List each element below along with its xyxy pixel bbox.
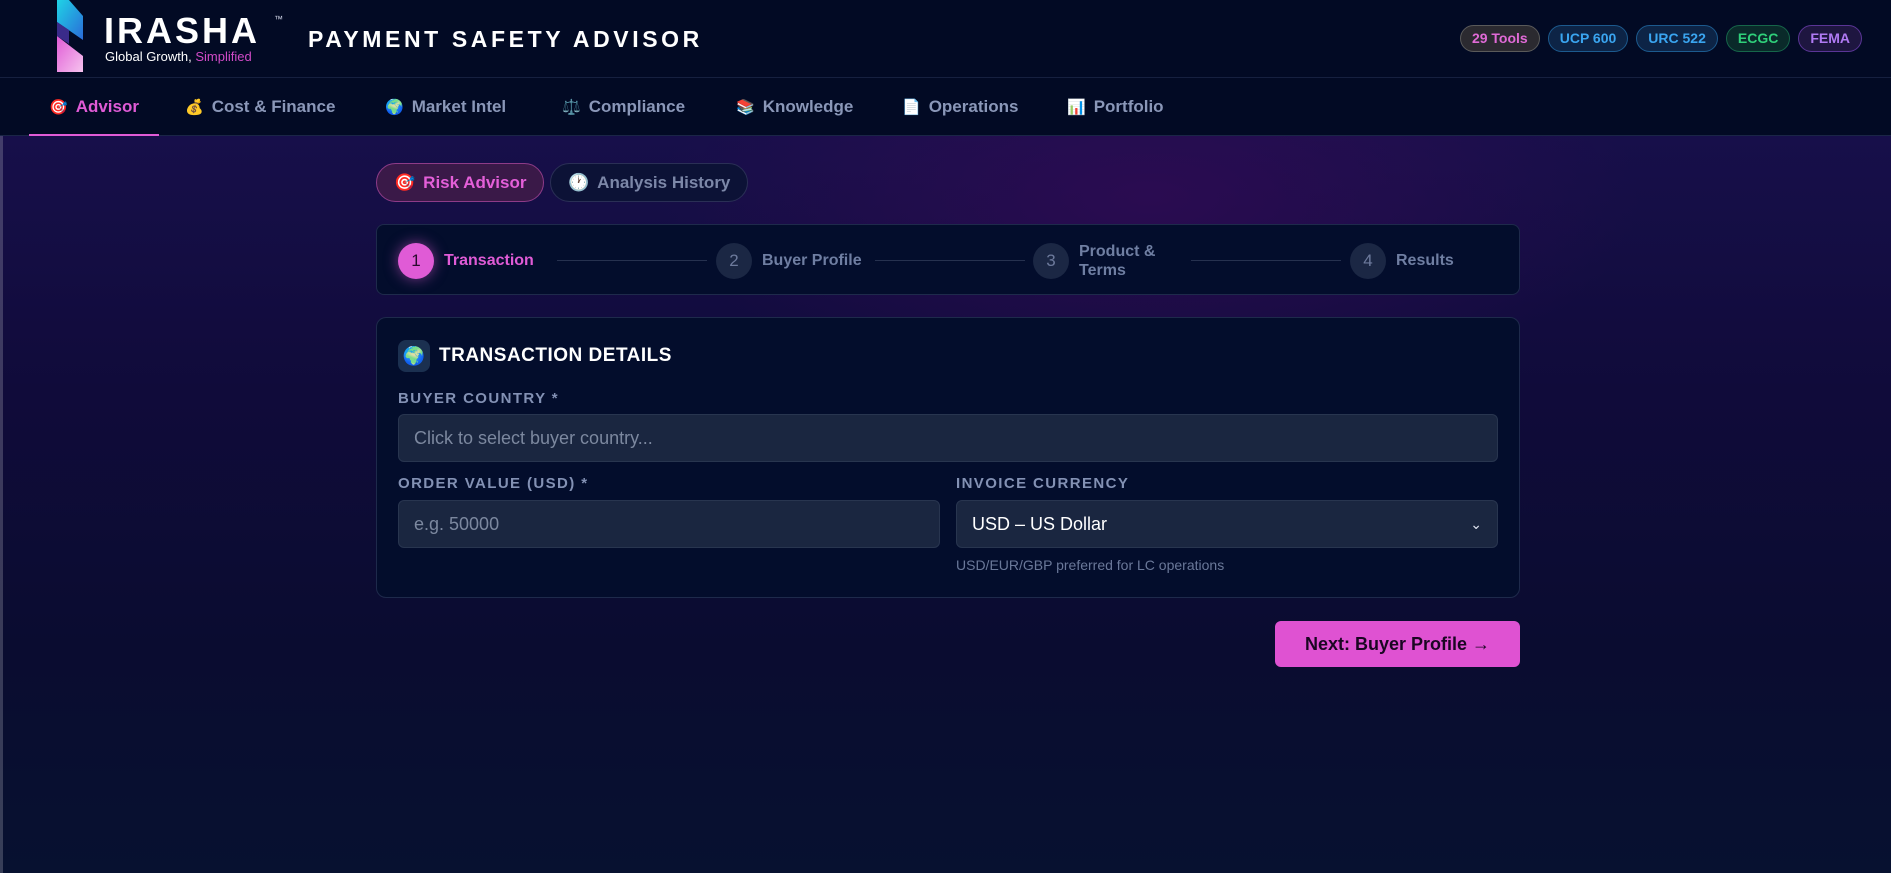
- step-buyer-profile[interactable]: 2 Buyer Profile: [716, 225, 862, 296]
- tab-label: Analysis History: [597, 172, 731, 192]
- books-icon: 📚: [736, 99, 755, 116]
- step-number: 2: [716, 242, 752, 279]
- clock-icon: 🕐: [568, 172, 590, 192]
- target-icon: 🎯: [394, 172, 416, 192]
- main-nav: 🎯 Advisor 💰 Cost & Finance 🌍 Market Inte…: [0, 78, 1891, 136]
- brand-name: IRASHA: [104, 10, 261, 51]
- nav-item-label: Portfolio: [1093, 97, 1164, 116]
- transaction-details-card: 🌍 TRANSACTION DETAILS BUYER COUNTRY * Cl…: [376, 317, 1520, 598]
- order-value-label: ORDER VALUE (USD) *: [398, 475, 589, 492]
- globe-icon: 🌍: [398, 340, 430, 372]
- step-number: 4: [1350, 242, 1386, 279]
- nav-item-advisor[interactable]: 🎯 Advisor: [29, 78, 159, 136]
- trademark: ™: [274, 14, 283, 24]
- invoice-currency-hint: USD/EUR/GBP preferred for LC operations: [956, 557, 1225, 573]
- nav-item-knowledge[interactable]: 📚 Knowledge: [716, 78, 873, 136]
- target-icon: 🎯: [49, 99, 68, 116]
- nav-item-label: Cost & Finance: [211, 97, 336, 116]
- nav-item-label: Compliance: [588, 97, 686, 116]
- selected-currency: USD – US Dollar: [972, 513, 1108, 534]
- step-label: Transaction: [444, 252, 534, 269]
- step-label: Buyer Profile: [762, 252, 862, 269]
- scales-icon: ⚖️: [562, 99, 581, 116]
- wizard-stepper: 1 Transaction 2 Buyer Profile 3 Product …: [376, 224, 1520, 295]
- money-bag-icon: 💰: [185, 99, 204, 116]
- nav-item-compliance[interactable]: ⚖️ Compliance: [542, 78, 705, 136]
- app-header: IRASHA ™ Global Growth, Simplified PAYME…: [0, 0, 1891, 78]
- badge-ucp-600[interactable]: UCP 600: [1547, 25, 1629, 52]
- step-label-line: Terms: [1079, 261, 1126, 279]
- step-transaction[interactable]: 1 Transaction: [398, 225, 534, 296]
- nav-item-label: Operations: [928, 97, 1019, 116]
- step-product-terms[interactable]: 3 Product & Terms: [1033, 225, 1155, 296]
- tab-label: Risk Advisor: [423, 172, 527, 192]
- tagline-prefix: Global Growth,: [105, 49, 196, 64]
- nav-item-portfolio[interactable]: 📊 Portfolio: [1047, 78, 1184, 136]
- step-label-line: Product &: [1079, 242, 1156, 260]
- order-value-input[interactable]: e.g. 50000: [398, 500, 940, 548]
- step-label: Product & Terms: [1079, 242, 1155, 280]
- bar-chart-icon: 📊: [1067, 99, 1086, 116]
- badge-ecgc[interactable]: ECGC: [1725, 25, 1791, 52]
- nav-item-operations[interactable]: 📄 Operations: [882, 78, 1038, 136]
- invoice-currency-select[interactable]: USD – US Dollar ⌄: [956, 500, 1498, 548]
- step-number: 3: [1033, 242, 1069, 279]
- globe-icon: 🌍: [385, 99, 404, 116]
- nav-item-market-intel[interactable]: 🌍 Market Intel: [365, 78, 526, 136]
- header-badges: 29 Tools UCP 600 URC 522 ECGC FEMA: [1459, 25, 1862, 52]
- buyer-country-field[interactable]: Click to select buyer country...: [398, 414, 1498, 462]
- tab-analysis-history[interactable]: 🕐 Analysis History: [550, 163, 749, 202]
- nav-item-label: Knowledge: [762, 97, 854, 116]
- chevron-down-icon: ⌄: [1470, 515, 1482, 532]
- step-label: Results: [1396, 252, 1454, 269]
- nav-item-label: Market Intel: [411, 97, 507, 116]
- step-connector: [1191, 260, 1341, 261]
- step-results[interactable]: 4 Results: [1350, 225, 1454, 296]
- tagline-highlight: Simplified: [195, 49, 252, 64]
- tab-risk-advisor[interactable]: 🎯 Risk Advisor: [376, 163, 545, 202]
- buyer-country-label: BUYER COUNTRY *: [398, 390, 560, 407]
- step-number: 1: [398, 242, 434, 279]
- step-connector: [557, 260, 707, 261]
- badge-fema[interactable]: FEMA: [1798, 25, 1862, 52]
- next-buyer-profile-button[interactable]: Next: Buyer Profile →: [1275, 621, 1520, 667]
- nav-item-cost-finance[interactable]: 💰 Cost & Finance: [165, 78, 355, 136]
- card-title: TRANSACTION DETAILS: [439, 345, 672, 366]
- brand-tagline: Global Growth, Simplified: [105, 49, 252, 64]
- badge-urc-522[interactable]: URC 522: [1636, 25, 1718, 52]
- badge-tools[interactable]: 29 Tools: [1459, 25, 1540, 52]
- step-connector: [875, 260, 1025, 261]
- document-icon: 📄: [902, 99, 921, 116]
- irasha-logo-icon: [57, 0, 83, 72]
- nav-item-label: Advisor: [75, 97, 139, 116]
- invoice-currency-label: INVOICE CURRENCY: [956, 475, 1130, 492]
- app-title: PAYMENT SAFETY ADVISOR: [308, 26, 703, 52]
